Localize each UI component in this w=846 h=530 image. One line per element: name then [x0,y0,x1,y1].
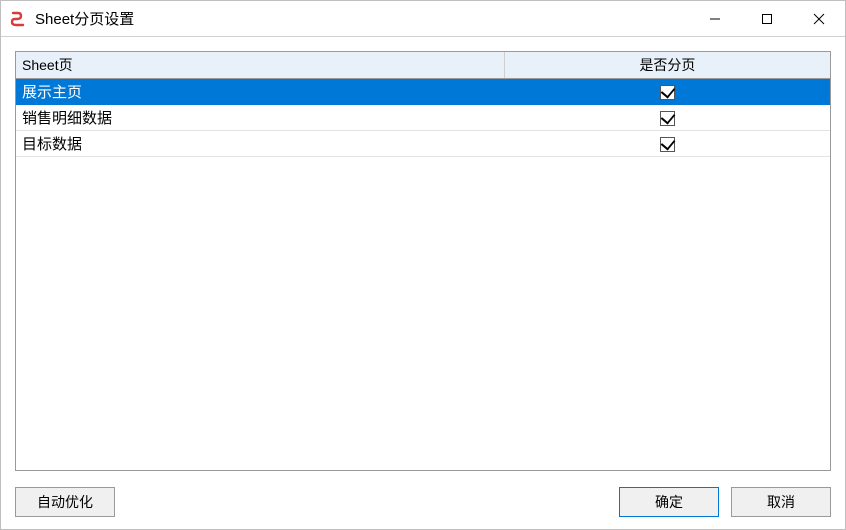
auto-optimize-button[interactable]: 自动优化 [15,487,115,517]
row-checkbox-cell [504,79,830,105]
minimize-button[interactable] [689,1,741,37]
maximize-button[interactable] [741,1,793,37]
paginate-checkbox[interactable] [660,85,675,100]
content-area: Sheet页 是否分页 展示主页销售明细数据目标数据 [1,37,845,481]
table-row[interactable]: 展示主页 [16,79,830,105]
row-label: 目标数据 [16,131,504,157]
row-label: 销售明细数据 [16,105,504,131]
close-button[interactable] [793,1,845,37]
row-checkbox-cell [504,131,830,157]
titlebar: Sheet分页设置 [1,1,845,37]
cancel-button[interactable]: 取消 [731,487,831,517]
paginate-checkbox[interactable] [660,111,675,126]
paginate-checkbox[interactable] [660,137,675,152]
window-title: Sheet分页设置 [35,8,134,29]
table-row[interactable]: 销售明细数据 [16,105,830,131]
col-header-paginate[interactable]: 是否分页 [504,52,830,79]
table-row[interactable]: 目标数据 [16,131,830,157]
ok-button[interactable]: 确定 [619,487,719,517]
footer: 自动优化 确定 取消 [1,481,845,529]
col-header-sheet[interactable]: Sheet页 [16,52,504,79]
row-checkbox-cell [504,105,830,131]
sheet-table: Sheet页 是否分页 展示主页销售明细数据目标数据 [15,51,831,471]
table-header-row: Sheet页 是否分页 [16,52,830,79]
row-label: 展示主页 [16,79,504,105]
app-icon [9,10,27,28]
